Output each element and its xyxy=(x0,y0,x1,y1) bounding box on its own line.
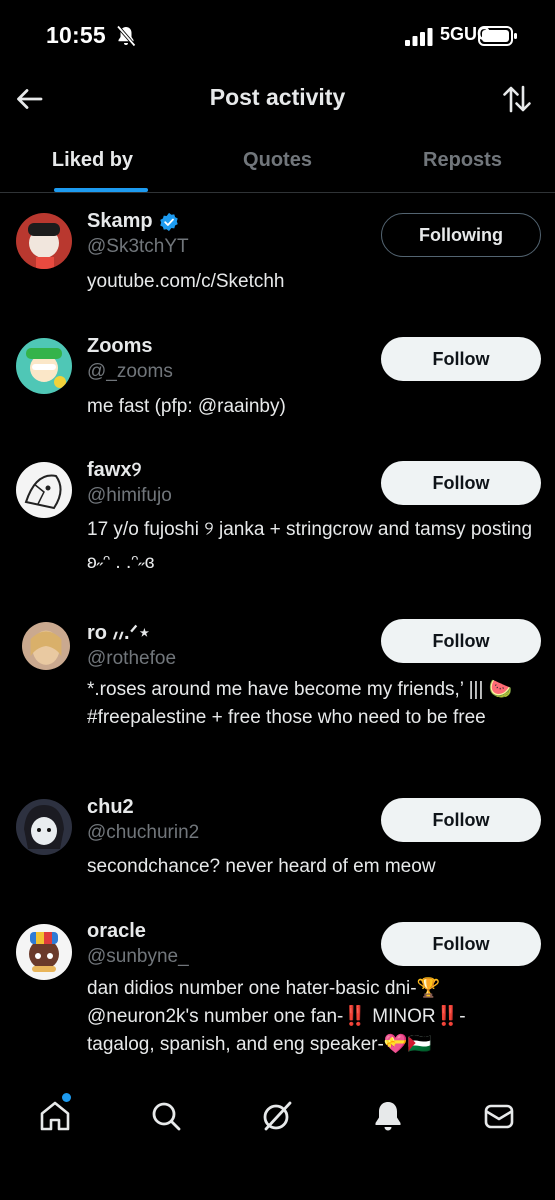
display-name: Zooms xyxy=(87,335,153,357)
user-row[interactable]: Skamp @Sk3tchYT youtube.com/c/Sketchh Fo… xyxy=(0,210,555,310)
follow-button[interactable]: Follow xyxy=(381,619,541,663)
user-row[interactable]: ro ៸៸.ᐟ⋆ @rothefoe *.roses around me hav… xyxy=(0,618,555,768)
display-name: fawx୨ xyxy=(87,459,142,481)
avatar[interactable] xyxy=(16,924,72,980)
display-name: oracle xyxy=(87,920,146,942)
display-name: ro ៸៸.ᐟ⋆ xyxy=(87,622,151,644)
notification-dot xyxy=(62,1093,71,1102)
tab-bar: Liked by Quotes Reposts xyxy=(0,138,555,193)
page-title: Post activity xyxy=(209,84,346,110)
bio: me fast (pfp: @raainby) xyxy=(87,396,286,417)
tab-liked-by[interactable]: Liked by xyxy=(0,138,185,192)
home-indicator xyxy=(188,1182,368,1188)
avatar[interactable] xyxy=(16,338,72,394)
follow-button[interactable]: Follow xyxy=(381,461,541,505)
status-time: 10:55 xyxy=(46,22,106,48)
verified-badge-icon xyxy=(159,212,178,231)
status-bar: 10:55 5GUC xyxy=(0,0,555,72)
battery-icon xyxy=(478,26,517,46)
follow-button[interactable]: Follow xyxy=(381,798,541,842)
grok-icon[interactable] xyxy=(259,1098,295,1134)
following-button[interactable]: Following xyxy=(381,213,541,257)
tab-label: Liked by xyxy=(51,149,134,171)
bio: dan didios number one hater-basic dni-🏆 … xyxy=(87,978,466,1055)
home-icon[interactable] xyxy=(37,1098,73,1134)
tab-label: Reposts xyxy=(423,149,502,171)
bio: youtube.com/c/Sketchh xyxy=(87,271,285,292)
avatar[interactable] xyxy=(16,462,72,518)
messages-icon[interactable] xyxy=(481,1098,517,1134)
signal-icon xyxy=(405,28,433,46)
tab-quotes[interactable]: Quotes xyxy=(185,138,370,192)
bio: 17 y/o fujoshi ୨ janka + stringcrow and … xyxy=(87,519,533,573)
follow-button[interactable]: Follow xyxy=(381,337,541,381)
user-row[interactable]: Zooms @_zooms me fast (pfp: @raainby) Fo… xyxy=(0,335,555,425)
active-tab-indicator xyxy=(54,188,148,192)
user-row[interactable]: chu2 @chuchurin2 secondchance? never hea… xyxy=(0,796,555,886)
bio: secondchance? never heard of em meow xyxy=(87,856,436,877)
bio: *.roses around me have become my friends… xyxy=(87,679,513,728)
search-icon[interactable] xyxy=(148,1098,184,1134)
display-name: chu2 xyxy=(87,796,134,818)
tab-label: Quotes xyxy=(243,149,312,171)
bottom-nav xyxy=(0,1080,555,1152)
tab-reposts[interactable]: Reposts xyxy=(370,138,555,192)
avatar[interactable] xyxy=(16,799,72,855)
avatar[interactable] xyxy=(22,622,70,670)
bell-off-icon xyxy=(116,25,136,47)
user-row[interactable]: fawx୨ @himifujo 17 y/o fujoshi ୨ janka +… xyxy=(0,459,555,579)
header: Post activity xyxy=(0,72,555,128)
follow-button[interactable]: Follow xyxy=(381,922,541,966)
sort-icon[interactable] xyxy=(501,83,533,115)
notifications-icon[interactable] xyxy=(370,1098,406,1134)
display-name: Skamp xyxy=(87,210,153,232)
avatar[interactable] xyxy=(16,213,72,269)
user-row[interactable]: oracle @sunbyne_ dan didios number one h… xyxy=(0,920,555,1060)
